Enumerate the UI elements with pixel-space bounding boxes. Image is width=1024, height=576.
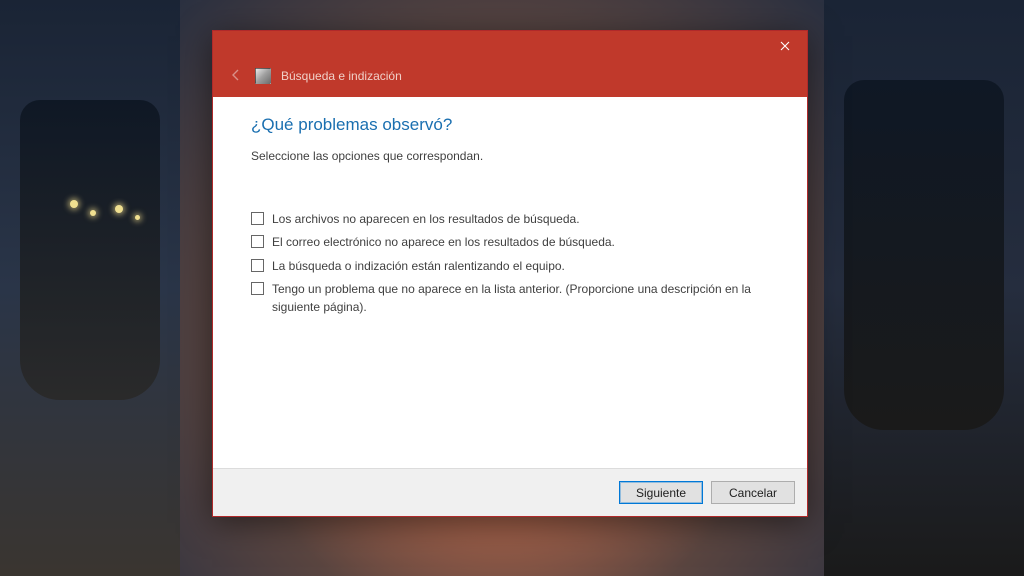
page-instruction: Seleccione las opciones que correspondan… xyxy=(251,149,769,163)
checkbox-icon[interactable] xyxy=(251,259,264,272)
back-button[interactable] xyxy=(227,67,245,85)
option-other-problem[interactable]: Tengo un problema que no aparece en la l… xyxy=(251,281,769,316)
desktop-wallpaper-right xyxy=(824,0,1024,576)
next-button[interactable]: Siguiente xyxy=(619,481,703,504)
option-label: Tengo un problema que no aparece en la l… xyxy=(272,281,769,316)
option-search-slowing-down[interactable]: La búsqueda o indización están ralentiza… xyxy=(251,258,769,275)
close-icon xyxy=(780,39,790,54)
wallpaper-lights xyxy=(60,190,160,250)
checkbox-icon[interactable] xyxy=(251,282,264,295)
checkbox-icon[interactable] xyxy=(251,212,264,225)
checkbox-icon[interactable] xyxy=(251,235,264,248)
option-email-not-appearing[interactable]: El correo electrónico no aparece en los … xyxy=(251,234,769,251)
cancel-button[interactable]: Cancelar xyxy=(711,481,795,504)
titlebar xyxy=(213,31,807,61)
dialog-header: Búsqueda e indización xyxy=(213,61,807,97)
dialog-footer: Siguiente Cancelar xyxy=(213,468,807,516)
option-files-not-appearing[interactable]: Los archivos no aparecen en los resultad… xyxy=(251,211,769,228)
troubleshooter-icon xyxy=(255,68,271,84)
problem-options-list: Los archivos no aparecen en los resultad… xyxy=(251,211,769,316)
close-button[interactable] xyxy=(763,31,807,61)
troubleshooter-dialog: Búsqueda e indización ¿Qué problemas obs… xyxy=(212,30,808,517)
arrow-left-icon xyxy=(228,67,244,86)
option-label: La búsqueda o indización están ralentiza… xyxy=(272,258,769,275)
desktop-wallpaper-left xyxy=(0,0,180,576)
dialog-content: ¿Qué problemas observó? Seleccione las o… xyxy=(213,97,807,468)
option-label: Los archivos no aparecen en los resultad… xyxy=(272,211,769,228)
option-label: El correo electrónico no aparece en los … xyxy=(272,234,769,251)
page-title: ¿Qué problemas observó? xyxy=(251,115,769,135)
breadcrumb-text: Búsqueda e indización xyxy=(281,69,402,83)
